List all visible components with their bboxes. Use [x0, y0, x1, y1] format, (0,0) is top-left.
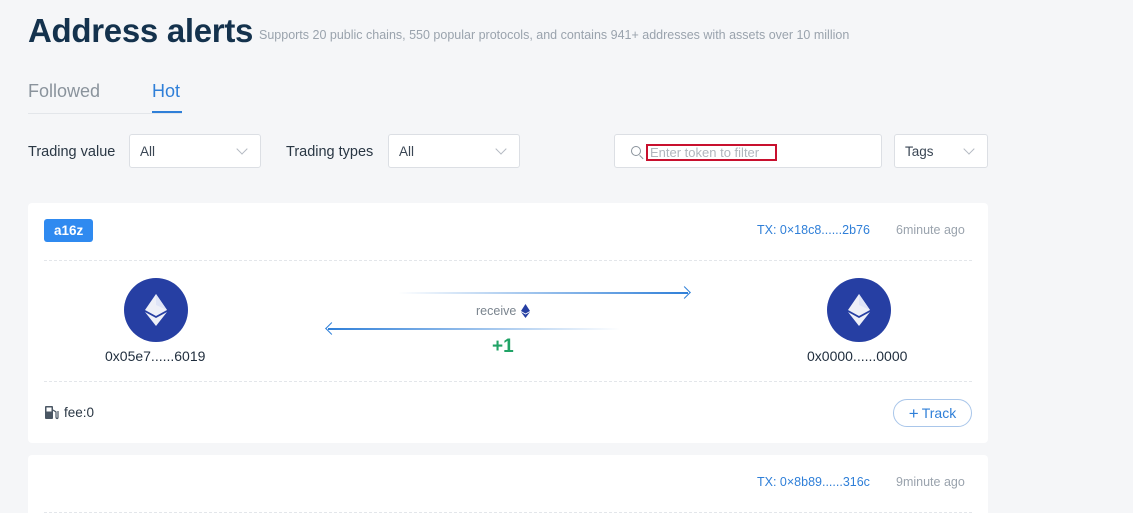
trading-types-selected: All: [399, 143, 415, 159]
divider: [44, 260, 972, 261]
time-ago: 9minute ago: [896, 475, 965, 489]
track-button[interactable]: + Track: [893, 399, 972, 427]
from-address[interactable]: 0x05e7......6019: [105, 348, 205, 364]
divider: [44, 381, 972, 382]
ethereum-icon: [124, 278, 188, 342]
trading-value-select[interactable]: All: [129, 134, 261, 168]
search-icon: [631, 146, 641, 156]
alert-card: a16z TX: 0×18c8......2b76 6minute ago 0x…: [28, 203, 988, 443]
arrow-right-icon: [398, 292, 688, 294]
ethereum-icon: [827, 278, 891, 342]
address-tag-badge[interactable]: a16z: [44, 219, 94, 242]
time-ago: 6minute ago: [896, 223, 965, 237]
track-label: Track: [921, 405, 957, 421]
fee-text: fee:0: [64, 405, 95, 420]
arrow-left-icon: [328, 328, 620, 330]
trading-value-label: Trading value: [28, 144, 116, 160]
ethereum-small-icon: [521, 304, 531, 318]
alert-card: TX: 0×8b89......316c 9minute ago: [28, 455, 988, 513]
trading-types-label: Trading types: [286, 144, 374, 160]
to-address[interactable]: 0x0000......0000: [807, 348, 907, 364]
page-title: Address alerts: [28, 12, 254, 49]
chevron-down-icon: [236, 142, 248, 155]
tab-followed[interactable]: Followed: [28, 81, 100, 102]
trading-value-selected: All: [140, 143, 156, 159]
tx-hash-link[interactable]: TX: 0×8b89......316c: [757, 475, 870, 489]
tabs-divider: [28, 113, 182, 114]
plus-icon: +: [908, 403, 919, 423]
chevron-down-icon: [963, 142, 975, 155]
action-text: receive: [476, 304, 517, 318]
token-search-input[interactable]: [646, 144, 777, 161]
fuel-pump-icon: [45, 406, 59, 420]
fee-info: fee:0: [44, 405, 94, 420]
action-label: receive: [476, 304, 531, 318]
tx-hash-link[interactable]: TX: 0×18c8......2b76: [757, 223, 870, 237]
trading-types-select[interactable]: All: [388, 134, 520, 168]
tags-selected: Tags: [905, 143, 934, 159]
chevron-down-icon: [495, 142, 507, 155]
tab-hot[interactable]: Hot: [152, 81, 180, 102]
token-amount: +1: [492, 336, 514, 357]
tags-select[interactable]: Tags: [894, 134, 988, 168]
active-tab-indicator: [152, 111, 182, 113]
token-search-box: [614, 134, 882, 168]
page-subtitle: Supports 20 public chains, 550 popular p…: [259, 28, 850, 42]
